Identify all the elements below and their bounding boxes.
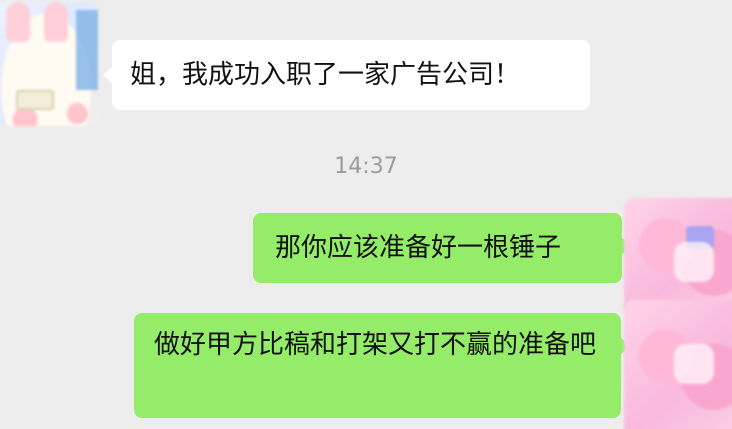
contact-avatar[interactable] [0, 2, 98, 126]
message-timestamp: 14:37 [334, 154, 398, 179]
avatar-highlight [674, 344, 714, 384]
outgoing-message-bubble[interactable]: 做好甲方比稿和打架又打不赢的准备吧 [134, 313, 630, 418]
avatar-ear [44, 2, 68, 42]
self-avatar[interactable] [624, 198, 732, 316]
avatar-accent [76, 10, 98, 90]
incoming-message-bubble[interactable]: 姐，我成功入职了一家广告公司！ [103, 40, 590, 110]
self-avatar[interactable] [624, 300, 732, 429]
chat-area: 姐，我成功入职了一家广告公司！ 14:37 那你应该准备好一根锤子 做好甲方比稿… [0, 0, 732, 429]
avatar-highlight [674, 242, 714, 282]
avatar-mouth [16, 90, 54, 110]
avatar-ear [6, 2, 30, 42]
outgoing-message-bubble[interactable]: 那你应该准备好一根锤子 [253, 213, 631, 283]
